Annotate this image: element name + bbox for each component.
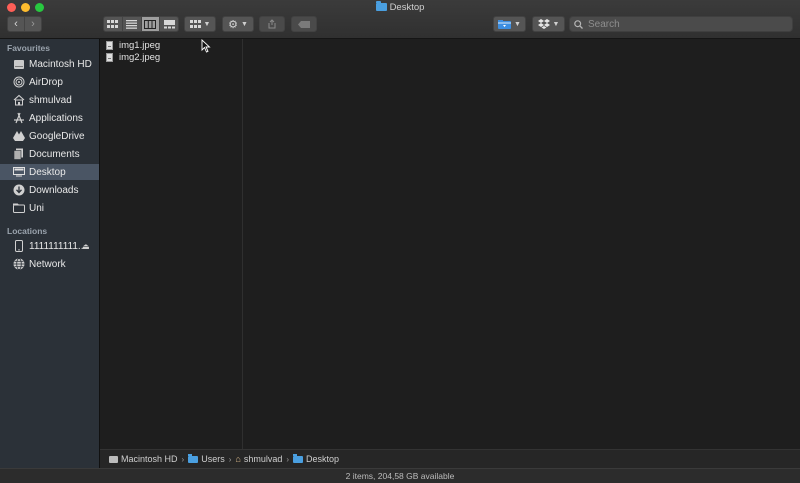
group-by-button[interactable]: ▼ — [184, 16, 216, 32]
downloads-icon — [13, 184, 25, 196]
sidebar-item-macintosh-hd[interactable]: Macintosh HD — [0, 56, 99, 72]
path-label: Macintosh HD — [121, 454, 178, 464]
back-button[interactable]: ‹ — [8, 17, 24, 31]
column-desktop: img1.jpeg img2.jpeg — [100, 39, 243, 449]
finder-window: Desktop ‹ › ▼ ⚙ ▼ ▼ ▼ Search Favourites … — [0, 0, 800, 483]
window-title: Desktop — [0, 1, 800, 13]
gear-icon: ⚙ — [228, 18, 238, 31]
home-icon — [13, 94, 25, 106]
sidebar-item-googledrive[interactable]: GoogleDrive — [0, 128, 99, 144]
chevron-right-icon: › — [228, 454, 232, 464]
applications-icon — [13, 112, 25, 124]
sidebar-item-network[interactable]: Network — [0, 256, 99, 272]
list-view-button[interactable] — [121, 17, 141, 31]
dropbox-icon — [537, 19, 550, 29]
folder-icon — [188, 453, 199, 463]
share-icon — [268, 19, 276, 29]
gallery-view-icon — [163, 19, 175, 28]
chevron-down-icon: ▼ — [203, 20, 211, 28]
sidebar-item-downloads[interactable]: Downloads — [0, 182, 99, 198]
sidebar: Favourites Macintosh HD AirDrop shmulvad… — [0, 39, 100, 468]
chevron-down-icon: ▼ — [240, 20, 248, 28]
sidebar-item-airdrop[interactable]: AirDrop — [0, 74, 99, 90]
sidebar-item-device[interactable]: 1111111111... ⏏ — [0, 238, 99, 254]
hard-drive-icon — [109, 455, 118, 463]
documents-icon — [13, 148, 25, 160]
gallery-view-button[interactable] — [159, 17, 178, 31]
navigation-buttons: ‹ › — [7, 16, 42, 32]
path-item-desktop[interactable]: Desktop — [293, 453, 340, 464]
chevron-down-icon: ▼ — [514, 20, 521, 28]
sidebar-item-uni[interactable]: Uni — [0, 200, 99, 216]
file-name: img1.jpeg — [119, 40, 161, 51]
sidebar-item-label: Uni — [29, 202, 45, 214]
airdrop-icon — [13, 76, 25, 88]
sidebar-item-label: Macintosh HD — [29, 58, 92, 70]
sidebar-item-documents[interactable]: Documents — [0, 146, 99, 162]
sidebar-item-label: GoogleDrive — [29, 130, 85, 142]
column-view-icon — [144, 19, 157, 29]
chevron-right-icon: › — [286, 454, 290, 464]
sidebar-item-desktop[interactable]: Desktop — [0, 164, 99, 180]
google-drive-icon — [13, 130, 25, 142]
image-file-icon — [106, 41, 113, 50]
home-icon: ⌂ — [235, 454, 241, 464]
icon-view-button[interactable] — [104, 17, 122, 31]
search-icon — [574, 19, 583, 29]
action-menu-button[interactable]: ⚙ ▼ — [222, 16, 254, 32]
path-item-users[interactable]: Users › — [188, 453, 235, 464]
search-field[interactable] — [569, 16, 793, 32]
path-label: shmulvad — [243, 454, 283, 464]
path-item-shmulvad[interactable]: ⌂ shmulvad › — [235, 454, 293, 464]
mouse-cursor-icon — [201, 39, 211, 53]
app-extension-button[interactable]: ▼ — [493, 16, 526, 32]
list-view-icon — [126, 19, 138, 29]
path-bar: Macintosh HD › Users › ⌂ shmulvad › Desk… — [100, 449, 800, 468]
share-button[interactable] — [259, 16, 285, 32]
tag-button[interactable] — [291, 16, 317, 32]
search-input[interactable] — [586, 17, 790, 31]
hard-drive-icon — [13, 58, 25, 70]
sidebar-item-label: 1111111111... — [29, 240, 87, 252]
file-browser: img1.jpeg img2.jpeg — [100, 39, 800, 449]
column-view-button[interactable] — [140, 17, 160, 31]
status-bar: 2 items, 204,58 GB available — [0, 468, 800, 483]
sidebar-item-label: Network — [29, 258, 66, 270]
sidebar-item-label: AirDrop — [29, 76, 63, 88]
folder-icon — [293, 453, 304, 463]
path-label: Desktop — [306, 454, 340, 464]
image-file-icon — [106, 53, 113, 62]
forward-button[interactable]: › — [24, 17, 41, 31]
window-title-text: Desktop — [389, 2, 425, 13]
chevron-down-icon: ▼ — [552, 20, 560, 28]
folder-icon — [375, 1, 387, 11]
sidebar-item-applications[interactable]: Applications — [0, 110, 99, 126]
phone-icon — [13, 240, 25, 252]
file-name: img2.jpeg — [119, 52, 161, 63]
view-mode-buttons — [103, 16, 179, 32]
favourites-heading: Favourites — [7, 43, 50, 53]
grid-icon — [189, 19, 201, 28]
tag-icon — [297, 20, 310, 28]
drive-folder-icon — [498, 19, 512, 29]
sidebar-item-label: Documents — [29, 148, 80, 160]
dropbox-button[interactable]: ▼ — [532, 16, 565, 32]
toolbar: Desktop ‹ › ▼ ⚙ ▼ ▼ ▼ Search — [0, 0, 800, 39]
folder-icon — [13, 202, 25, 214]
eject-icon[interactable]: ⏏ — [82, 242, 90, 251]
sidebar-item-label: shmulvad — [29, 94, 72, 106]
sidebar-item-label: Applications — [29, 112, 83, 124]
icon-view-icon — [107, 19, 119, 28]
file-item[interactable]: img2.jpeg — [106, 51, 160, 64]
path-label: Users — [201, 454, 225, 464]
locations-heading: Locations — [7, 226, 48, 236]
path-item-macintosh-hd[interactable]: Macintosh HD › — [109, 454, 188, 464]
network-icon — [13, 258, 25, 270]
desktop-icon — [13, 166, 25, 178]
sidebar-item-shmulvad[interactable]: shmulvad — [0, 92, 99, 108]
sidebar-item-label: Desktop — [29, 166, 66, 178]
sidebar-item-label: Downloads — [29, 184, 79, 196]
chevron-right-icon: › — [181, 454, 185, 464]
